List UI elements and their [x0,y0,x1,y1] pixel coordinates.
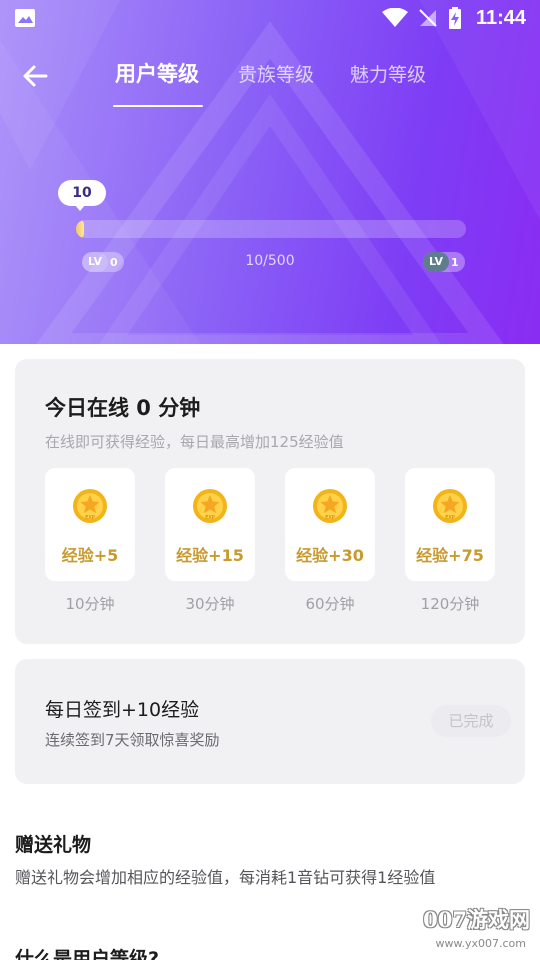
coin-label: EXP [85,515,95,521]
reward-label: 经验+5 [61,546,119,565]
bubble-tail [74,204,86,211]
reward-item[interactable]: EXP 经验+15 [165,468,255,581]
watermark-logo-text: 007游戏网 [423,907,530,932]
left-level-number: 0 [110,255,118,269]
lv-prefix: LV [82,252,109,272]
exp-coin-icon: EXP [193,489,227,523]
tab-noble-level[interactable]: 贵族等级 [238,60,314,87]
gift-section-desc: 赠送礼物会增加相应的经验值，每消耗1音钻可获得1经验值 [15,868,436,887]
reward-item[interactable]: EXP 经验+75 [405,468,495,581]
online-title: 今日在线 0 分钟 [45,396,201,420]
reward-item[interactable]: EXP 经验+5 [45,468,135,581]
current-level-badge: LV 0 [82,252,124,272]
coin-label: EXP [205,515,215,521]
reward-label: 经验+75 [416,546,484,565]
coin-label: EXP [445,515,455,521]
tab-charm-level[interactable]: 魅力等级 [350,60,426,87]
banner-background-pattern [0,0,540,344]
exp-coin-icon: EXP [73,489,107,523]
current-level-bubble: 10 [58,180,106,206]
watermark-url: www.yx007.com [435,937,526,950]
exp-coin-icon: EXP [313,489,347,523]
no-signal-icon [419,9,437,27]
status-bar: 11:44 [0,0,540,36]
reward-time: 60分钟 [305,595,355,613]
reward-item[interactable]: EXP 经验+30 [285,468,375,581]
reward-label: 经验+15 [176,546,244,565]
signin-subtitle: 连续签到7天领取惊喜奖励 [45,731,220,749]
online-reward-card: 今日在线 0 分钟 在线即可获得经验，每日最高增加125经验值 EXP 经验+5… [15,359,525,644]
tab-user-level[interactable]: 用户等级 [115,58,199,88]
status-time: 11:44 [475,6,526,29]
faq-section-title: 什么是用户等级? [15,948,160,960]
next-level-badge: LV 1 [423,252,465,272]
reward-time: 30分钟 [185,595,235,613]
active-tab-indicator [113,105,203,107]
exp-coin-icon: EXP [433,489,467,523]
reward-time: 120分钟 [420,595,480,613]
progress-text: 10/500 [245,253,295,269]
site-watermark: 007游戏网 www.yx007.com [400,904,530,956]
lv-prefix: LV [423,252,450,272]
reward-label: 经验+30 [296,546,364,565]
online-subtitle: 在线即可获得经验，每日最高增加125经验值 [45,433,344,451]
coin-label: EXP [325,515,335,521]
wifi-icon [381,8,408,27]
gift-section-title: 赠送礼物 [15,834,92,856]
reward-time: 10分钟 [65,595,115,613]
signin-completed-button[interactable]: 已完成 [431,705,511,737]
level-header-banner: 11:44 用户等级 贵族等级 魅力等级 10 LV 0 10/500 LV 1 [0,0,540,344]
signin-title: 每日签到+10经验 [45,699,200,721]
daily-signin-card: 每日签到+10经验 连续签到7天领取惊喜奖励 已完成 [15,659,525,784]
level-progress-track [76,220,466,238]
image-notification-icon [15,9,35,27]
back-arrow-icon[interactable] [20,62,50,90]
right-level-number: 1 [451,255,459,269]
battery-charging-icon [448,7,461,29]
